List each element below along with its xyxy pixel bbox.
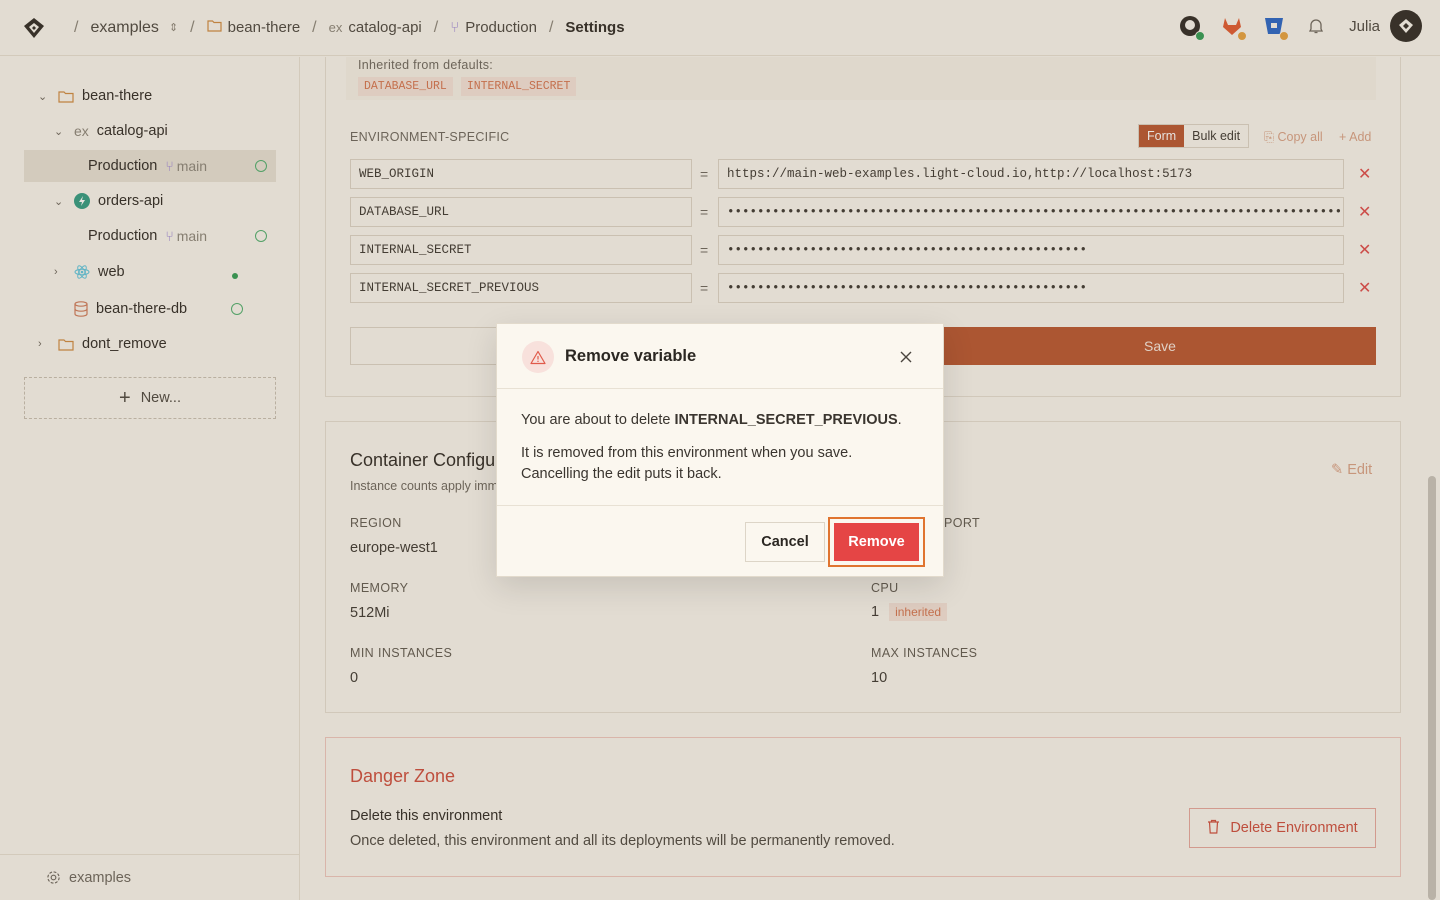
dialog-note-line2: Cancelling the edit puts it back. bbox=[521, 466, 722, 482]
remove-variable-dialog: Remove variable You are about to delete … bbox=[496, 323, 944, 577]
dialog-variable-name: INTERNAL_SECRET_PREVIOUS bbox=[674, 412, 898, 428]
cancel-button[interactable]: Cancel bbox=[745, 522, 825, 562]
dialog-title: Remove variable bbox=[565, 347, 697, 365]
dialog-header: Remove variable bbox=[497, 324, 943, 389]
dialog-body: You are about to delete INTERNAL_SECRET_… bbox=[521, 410, 921, 485]
remove-button[interactable]: Remove bbox=[834, 523, 919, 561]
warning-icon bbox=[522, 341, 554, 373]
remove-button-focus-ring: Remove bbox=[828, 517, 925, 567]
dialog-message: You are about to delete INTERNAL_SECRET_… bbox=[521, 410, 921, 431]
close-icon[interactable] bbox=[895, 346, 917, 368]
dialog-message-suffix: . bbox=[897, 412, 902, 428]
dialog-note-line1: It is removed from this environment when… bbox=[521, 445, 853, 461]
dialog-footer: Cancel Remove bbox=[497, 505, 943, 577]
dialog-message-prefix: You are about to delete bbox=[521, 412, 675, 428]
